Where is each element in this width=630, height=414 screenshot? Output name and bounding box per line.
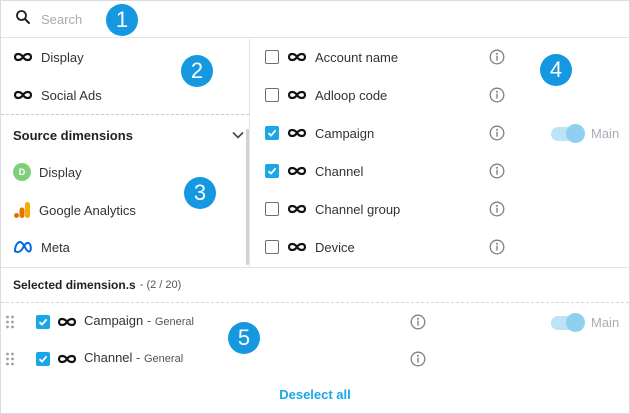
checkmark-icon [267, 167, 277, 175]
deselect-all-button[interactable]: Deselect all [1, 387, 629, 402]
selected-name: Channel [84, 350, 133, 365]
selected-name: Campaign [84, 313, 144, 328]
meta-icon [13, 240, 32, 254]
selected-row-campaign[interactable]: Campaign - General Main [1, 309, 629, 335]
dimension-label: Channel group [315, 201, 401, 217]
selected-row-channel[interactable]: Channel - General [1, 346, 629, 372]
selected-checkbox[interactable] [36, 352, 50, 366]
dimension-checkbox[interactable] [265, 50, 279, 64]
info-icon[interactable] [489, 125, 505, 141]
source-item-social-ads[interactable]: Social Ads [13, 83, 102, 107]
dimension-label: Adloop code [315, 87, 388, 103]
dimension-checkbox[interactable] [265, 88, 279, 102]
dimension-label: Campaign [315, 125, 375, 141]
dimension-label: Account name [315, 49, 399, 65]
checkmark-icon [38, 355, 48, 363]
infinity-icon [57, 354, 77, 364]
info-icon[interactable] [489, 201, 505, 217]
google-analytics-icon [14, 202, 30, 218]
scrollbar[interactable] [246, 129, 249, 265]
infinity-icon [287, 52, 307, 62]
dimension-row-channel[interactable]: Channel [265, 159, 625, 183]
selected-label: Campaign - General [84, 313, 194, 328]
toggle-switch[interactable] [551, 123, 585, 143]
info-icon[interactable] [489, 87, 505, 103]
callout-badge-4: 4 [540, 54, 572, 86]
search-bar [1, 1, 629, 38]
infinity-icon [287, 90, 307, 100]
selected-category: General [144, 353, 184, 365]
callout-badge-5: 5 [228, 322, 260, 354]
chevron-down-icon[interactable] [231, 128, 245, 142]
toggle-label: Main [591, 315, 620, 330]
infinity-icon [287, 242, 307, 252]
selected-dimensions-header: Selected dimension.s - (2 / 20) [1, 267, 629, 303]
source-item-label: Google Analytics [39, 202, 136, 218]
main-toggle[interactable]: Main [551, 123, 620, 143]
toggle-label: Main [591, 126, 620, 141]
callout-badge-2: 2 [181, 55, 213, 87]
dimension-label: Device [315, 239, 355, 255]
source-item-google-analytics[interactable]: Google Analytics [13, 198, 136, 222]
separator-dash: - [132, 350, 144, 365]
callout-badge-3: 3 [184, 177, 216, 209]
section-title: Source dimensions [13, 127, 133, 143]
dimension-checkbox[interactable] [265, 240, 279, 254]
selected-title: Selected dimension.s [13, 278, 136, 292]
callout-badge-1: 1 [106, 4, 138, 36]
info-icon[interactable] [489, 163, 505, 179]
drag-handle-icon[interactable] [5, 314, 15, 330]
dimension-picker-panel: Display Social Ads Source dimensions D D… [0, 0, 630, 414]
toggle-knob [566, 312, 585, 332]
dimension-checkbox[interactable] [265, 202, 279, 216]
infinity-icon [13, 52, 33, 62]
selected-count: - (2 / 20) [139, 279, 182, 291]
drag-handle-icon[interactable] [5, 351, 15, 367]
source-item-label: Display [41, 49, 84, 65]
selected-checkbox[interactable] [36, 315, 50, 329]
selected-category: General [154, 316, 194, 328]
checkmark-icon [38, 318, 48, 326]
source-dimensions-header[interactable]: Source dimensions [13, 125, 245, 145]
infinity-icon [13, 90, 33, 100]
dimension-checkbox[interactable] [265, 164, 279, 178]
toggle-knob [566, 123, 585, 143]
display-d-icon: D [13, 163, 31, 181]
dimension-checkbox[interactable] [265, 126, 279, 140]
dimension-row-device[interactable]: Device [265, 235, 625, 259]
info-icon[interactable] [489, 49, 505, 65]
selected-label: Channel - General [84, 350, 183, 365]
info-icon[interactable] [410, 351, 426, 367]
info-icon[interactable] [410, 314, 426, 330]
search-icon [16, 10, 30, 24]
dimension-row-adloop-code[interactable]: Adloop code [265, 83, 625, 107]
dashed-divider [1, 114, 249, 115]
infinity-icon [287, 204, 307, 214]
toggle-switch[interactable] [551, 312, 585, 332]
source-item-meta[interactable]: Meta [13, 235, 70, 259]
infinity-icon [287, 166, 307, 176]
source-item-label: Meta [41, 239, 70, 255]
source-item-label: Social Ads [41, 87, 102, 103]
checkmark-icon [267, 129, 277, 137]
infinity-icon [57, 317, 77, 327]
separator-dash: - [143, 313, 155, 328]
dimension-label: Channel [315, 163, 364, 179]
infinity-icon [287, 128, 307, 138]
source-item-display-d[interactable]: D Display [13, 160, 82, 184]
source-item-label: Display [39, 164, 82, 180]
source-item-display[interactable]: Display [13, 45, 84, 69]
dimension-row-channel-group[interactable]: Channel group [265, 197, 625, 221]
info-icon[interactable] [489, 239, 505, 255]
dimension-list: Account name Adloop code Campaign Main C… [251, 39, 629, 267]
main-toggle[interactable]: Main [551, 312, 620, 332]
